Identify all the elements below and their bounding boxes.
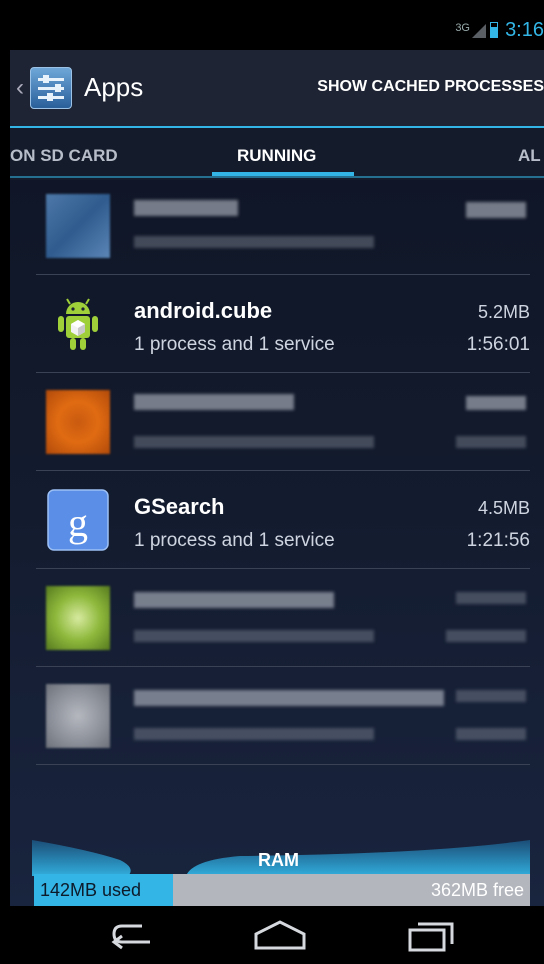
- app-name: android.cube: [134, 298, 273, 323]
- recent-apps-icon[interactable]: [400, 914, 464, 956]
- list-item[interactable]: android.cube 1 process and 1 service 5.2…: [36, 276, 530, 373]
- list-item[interactable]: [36, 570, 530, 667]
- pixelated-app-icon: [46, 586, 110, 650]
- app-runtime: 1:21:56: [466, 530, 530, 551]
- tab-on-sd-card[interactable]: ON SD CARD: [10, 146, 118, 166]
- screen: 3G 3:16 ‹ Apps SHOW CACHED PROCESSES ON …: [10, 10, 544, 964]
- pixelated-app-icon: [46, 390, 110, 454]
- page-title: Apps: [84, 72, 144, 102]
- tab-running[interactable]: RUNNING: [237, 146, 316, 166]
- pixelated-app-icon: [46, 194, 110, 258]
- show-cached-processes-button[interactable]: SHOW CACHED PROCESSES: [317, 78, 544, 96]
- list-item[interactable]: [36, 374, 530, 471]
- status-time: 3:16: [505, 19, 544, 41]
- battery-icon: [490, 22, 498, 38]
- ram-used-text: 142MB used: [40, 880, 142, 900]
- ram-label: RAM: [258, 850, 299, 870]
- app-size: 5.2MB: [477, 302, 530, 322]
- action-bar: ‹ Apps SHOW CACHED PROCESSES: [10, 50, 544, 126]
- list-item[interactable]: [36, 178, 530, 275]
- list-item[interactable]: g GSearch 1 process and 1 service 4.5MB …: [36, 472, 530, 569]
- status-bar: 3G 3:16: [10, 10, 544, 50]
- svg-text:g: g: [68, 500, 88, 545]
- app-size: 4.5MB: [477, 498, 530, 518]
- app-description: 1 process and 1 service: [134, 334, 335, 355]
- pixelated-app-icon: [46, 684, 110, 748]
- google-search-icon: g: [46, 488, 110, 552]
- network-type: 3G: [455, 22, 470, 34]
- app-name: GSearch: [134, 494, 225, 519]
- list-item[interactable]: [36, 668, 530, 765]
- navigation-bar: [10, 906, 544, 964]
- back-icon[interactable]: [102, 914, 166, 956]
- ram-free-text: 362MB free: [430, 880, 524, 900]
- app-runtime: 1:56:01: [466, 334, 530, 355]
- settings-app-icon[interactable]: [30, 67, 72, 109]
- up-caret-icon[interactable]: ‹: [16, 74, 24, 102]
- android-cube-icon: [46, 292, 110, 356]
- app-description: 1 process and 1 service: [134, 530, 335, 551]
- ram-usage-bar: 142MB used 362MB free: [34, 874, 530, 906]
- signal-icon: [472, 24, 486, 38]
- home-icon[interactable]: [248, 914, 312, 956]
- tab-all[interactable]: AL: [518, 146, 541, 166]
